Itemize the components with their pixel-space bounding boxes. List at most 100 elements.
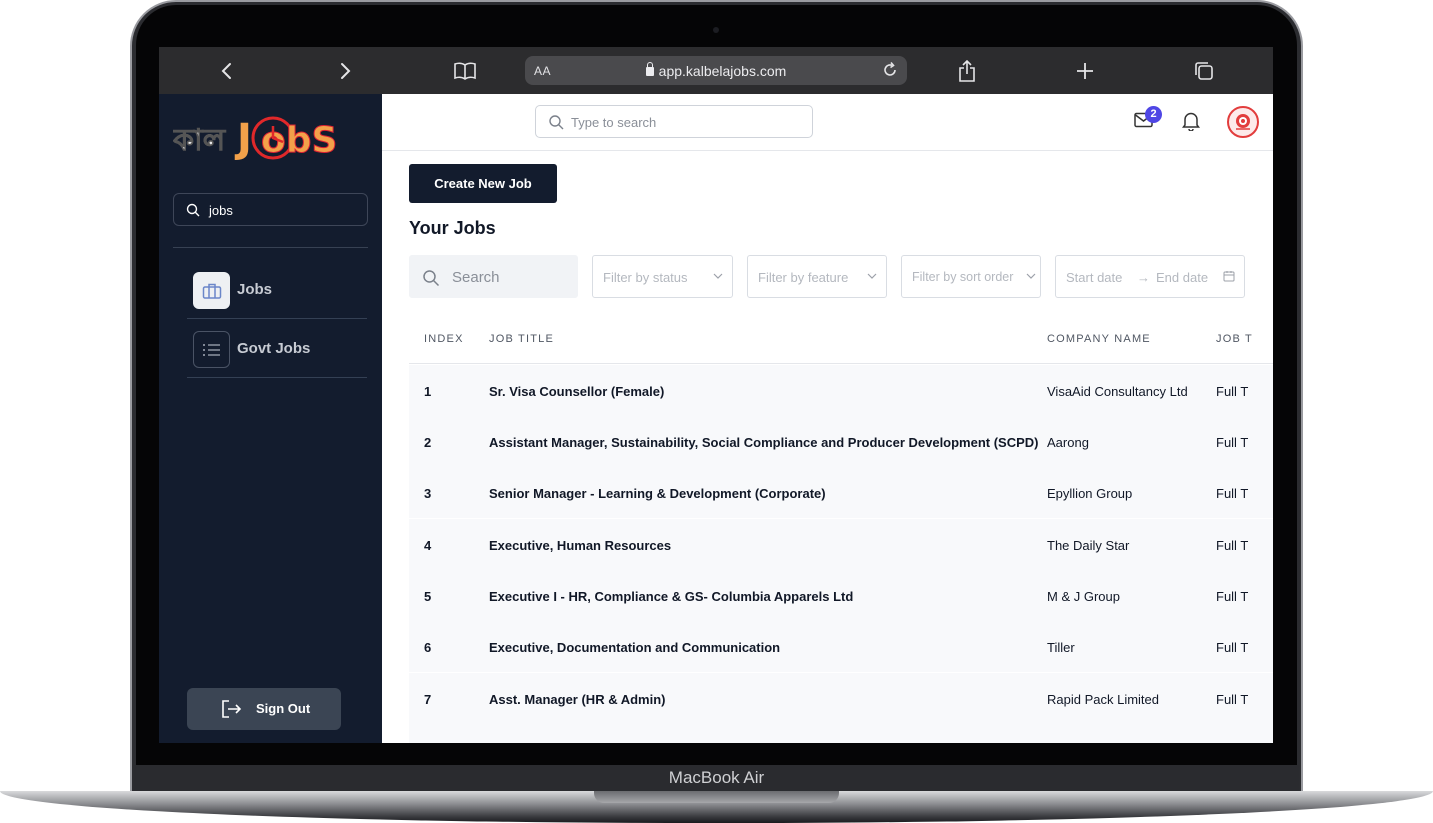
- column-header-job-type[interactable]: JOB T: [1216, 333, 1253, 345]
- row-company: VisaAid Consultancy Ltd: [1047, 384, 1188, 399]
- arrow-right-icon: →: [1137, 270, 1150, 285]
- sign-out-label: Sign Out: [256, 701, 311, 716]
- url-value: app.kalbelajobs.com: [658, 63, 787, 79]
- row-job-title[interactable]: Asst. Manager (HR & Admin): [489, 692, 665, 707]
- table-row[interactable]: 2 Assistant Manager, Sustainability, Soc…: [409, 416, 1273, 467]
- plus-icon[interactable]: [1073, 59, 1097, 83]
- row-index: 7: [424, 692, 432, 707]
- top-search-placeholder: Type to search: [571, 115, 657, 130]
- url-bar[interactable]: AA app.kalbelajobs.com: [525, 56, 907, 85]
- table-row[interactable]: 5 Executive I - HR, Compliance & GS- Col…: [409, 570, 1273, 621]
- row-index: 6: [424, 640, 432, 655]
- sidebar-item-label: Govt Jobs: [237, 340, 311, 357]
- reload-icon[interactable]: [881, 61, 899, 84]
- row-index: 1: [424, 384, 432, 399]
- end-date-placeholder: End date: [1156, 270, 1209, 285]
- table-row[interactable]: 3 Senior Manager - Learning & Developmen…: [409, 467, 1273, 518]
- table-row[interactable]: [409, 724, 1273, 743]
- column-header-job-title[interactable]: JOB TITLE: [489, 333, 554, 345]
- list-icon: [193, 331, 230, 368]
- book-icon[interactable]: [453, 59, 477, 83]
- row-job-type: Full T: [1216, 538, 1249, 553]
- sidebar-item-jobs[interactable]: Jobs: [187, 261, 367, 319]
- row-job-title[interactable]: Executive, Human Resources: [489, 538, 671, 553]
- filter-sort-select[interactable]: Filter by sort order: [901, 255, 1041, 298]
- avatar[interactable]: [1227, 106, 1259, 138]
- date-range-picker[interactable]: Start date → End date: [1055, 255, 1245, 298]
- row-job-title[interactable]: Sr. Visa Counsellor (Female): [489, 384, 664, 399]
- row-company: Aarong: [1047, 435, 1089, 450]
- camera: [713, 27, 719, 33]
- chevron-down-icon: [1026, 273, 1036, 279]
- row-index: 4: [424, 538, 432, 553]
- laptop-notch: [594, 791, 839, 803]
- search-icon: [186, 203, 200, 217]
- mail-badge: 2: [1145, 106, 1162, 123]
- svg-text:J: J: [234, 116, 252, 162]
- sidebar-divider: [173, 247, 368, 248]
- screen: AA app.kalbelajobs.com কাল J obS jobs Jo…: [159, 47, 1273, 743]
- page-title: Your Jobs: [409, 218, 496, 238]
- chevron-right-icon[interactable]: [333, 59, 357, 83]
- sidebar-item-govt-jobs[interactable]: Govt Jobs: [187, 320, 367, 378]
- row-job-title[interactable]: Executive I - HR, Compliance & GS- Colum…: [489, 589, 853, 604]
- search-icon: [423, 270, 440, 287]
- row-company: The Daily Star: [1047, 538, 1130, 553]
- main-content: Type to search 2 Create New Job Your Job…: [382, 94, 1273, 743]
- row-company: Epyllion Group: [1047, 486, 1133, 501]
- job-search-placeholder: Search: [452, 269, 500, 286]
- sign-out-button[interactable]: Sign Out: [187, 688, 341, 730]
- share-icon[interactable]: [955, 59, 979, 83]
- filter-status-select[interactable]: Filter by status: [592, 255, 733, 298]
- row-job-type: Full T: [1216, 384, 1249, 399]
- browser-toolbar: AA app.kalbelajobs.com: [159, 47, 1273, 94]
- filter-feature-select[interactable]: Filter by feature: [747, 255, 887, 298]
- kalbela-jobs-logo[interactable]: কাল J obS: [172, 108, 369, 168]
- table-row[interactable]: 4 Executive, Human Resources The Daily S…: [409, 519, 1273, 570]
- row-index: 5: [424, 589, 432, 604]
- chevron-down-icon: [867, 273, 877, 279]
- filter-status-placeholder: Filter by status: [603, 270, 688, 285]
- chevron-left-icon[interactable]: [215, 59, 239, 83]
- row-job-type: Full T: [1216, 435, 1249, 450]
- logout-icon: [222, 700, 242, 718]
- bell-icon[interactable]: [1182, 111, 1200, 136]
- sidebar-item-label: Jobs: [237, 281, 273, 298]
- filter-feature-placeholder: Filter by feature: [758, 270, 849, 285]
- sidebar: কাল J obS jobs Jobs Govt Jobs Sign Out: [159, 94, 382, 743]
- row-job-title[interactable]: Executive, Documentation and Communicati…: [489, 640, 780, 655]
- start-date-placeholder: Start date: [1066, 270, 1123, 285]
- row-company: Rapid Pack Limited: [1047, 692, 1159, 707]
- row-job-type: Full T: [1216, 589, 1249, 604]
- row-job-type: Full T: [1216, 640, 1249, 655]
- job-search-input[interactable]: Search: [409, 255, 578, 298]
- table-row[interactable]: 6 Executive, Documentation and Communica…: [409, 621, 1273, 672]
- calendar-icon: [1223, 271, 1235, 282]
- svg-text:কাল: কাল: [173, 123, 227, 158]
- top-search-input[interactable]: Type to search: [535, 105, 813, 138]
- briefcase-icon: [193, 272, 230, 309]
- column-header-index[interactable]: INDEX: [424, 333, 464, 345]
- table-header: INDEX JOB TITLE COMPANY NAME JOB T: [409, 312, 1273, 364]
- row-job-title[interactable]: Senior Manager - Learning & Development …: [489, 486, 826, 501]
- row-company: Tiller: [1047, 640, 1075, 655]
- table-row[interactable]: 1 Sr. Visa Counsellor (Female) VisaAid C…: [409, 365, 1273, 416]
- table-row[interactable]: 7 Asst. Manager (HR & Admin) Rapid Pack …: [409, 673, 1273, 724]
- row-index: 3: [424, 486, 432, 501]
- row-index: 2: [424, 435, 432, 450]
- row-company: M & J Group: [1047, 589, 1120, 604]
- filter-sort-placeholder: Filter by sort order: [912, 270, 1014, 284]
- row-job-title[interactable]: Assistant Manager, Sustainability, Socia…: [489, 435, 1039, 450]
- search-icon: [549, 115, 564, 130]
- sidebar-search-input[interactable]: jobs: [173, 193, 368, 226]
- top-bar: Type to search 2: [382, 94, 1273, 151]
- row-job-type: Full T: [1216, 486, 1249, 501]
- tabs-icon[interactable]: [1192, 59, 1216, 83]
- chevron-down-icon: [713, 273, 723, 279]
- url-text: app.kalbelajobs.com: [525, 62, 907, 79]
- model-label: MacBook Air: [668, 768, 765, 787]
- lock-icon: [645, 62, 654, 76]
- column-header-company-name[interactable]: COMPANY NAME: [1047, 333, 1151, 345]
- row-job-type: Full T: [1216, 692, 1249, 707]
- create-new-job-button[interactable]: Create New Job: [409, 164, 557, 203]
